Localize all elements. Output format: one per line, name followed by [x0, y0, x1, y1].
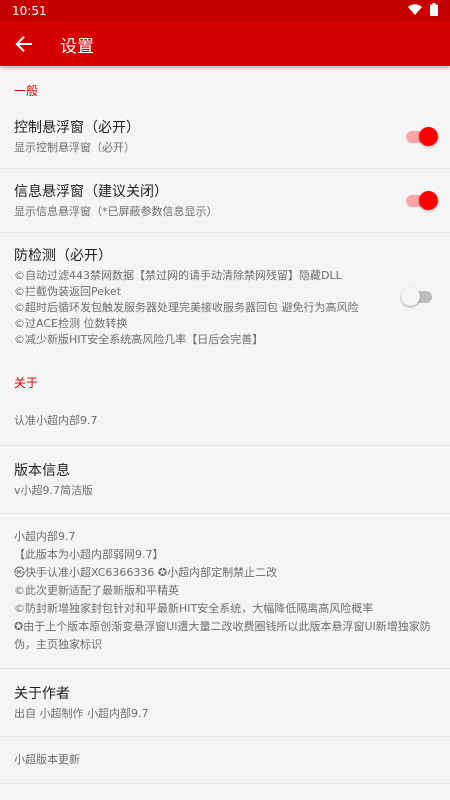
- pref-info-float[interactable]: 信息悬浮窗（建议关闭） 显示信息悬浮窗（*已屏蔽参数信息显示）: [0, 169, 450, 233]
- pref-author[interactable]: 关于作者 出自 小超制作 小超内部9.7: [0, 669, 450, 737]
- control-float-switch[interactable]: [406, 126, 438, 146]
- pref-notes[interactable]: 小超内部9.7 【此版本为小超内部弱网9.7】 ㉿快手认准小超XC6366336…: [0, 514, 450, 669]
- pref-summary: v小超9.7简洁版: [14, 484, 94, 497]
- pref-title: 控制悬浮窗（必开）: [14, 120, 140, 136]
- pref-summary: ©自动过滤443禁网数据【禁过网的请手动清除禁网残留】隐藏DLL ©拦截伪装返回…: [14, 269, 359, 346]
- app-bar: 设置: [0, 22, 450, 66]
- pref-summary: 显示信息悬浮窗（*已屏蔽参数信息显示）: [14, 205, 218, 218]
- system-icons: [408, 3, 438, 19]
- pref-summary: 小超版本更新: [14, 753, 80, 766]
- pref-summary: 显示控制悬浮窗（必开）: [14, 141, 135, 154]
- pref-summary: 认准小超内部9.7: [14, 414, 98, 427]
- pref-title: 关于作者: [14, 686, 70, 702]
- battery-icon: [430, 3, 438, 19]
- settings-list: 一般 控制悬浮窗（必开） 显示控制悬浮窗（必开） 信息悬浮窗（建议关闭） 显示信…: [0, 66, 450, 784]
- pref-summary: 出自 小超制作 小超内部9.7: [14, 707, 149, 720]
- status-bar: 10:51: [0, 0, 450, 22]
- arrow-left-icon[interactable]: [14, 34, 34, 54]
- wifi-icon: [408, 4, 422, 18]
- pref-title: 防检测（必开）: [14, 248, 112, 264]
- pref-update[interactable]: 小超版本更新: [0, 737, 450, 784]
- pref-title: 版本信息: [14, 463, 70, 479]
- category-general: 一般: [14, 84, 39, 98]
- pref-summary: 小超内部9.7 【此版本为小超内部弱网9.7】 ㉿快手认准小超XC6366336…: [14, 530, 431, 651]
- anti-detect-switch[interactable]: [401, 286, 432, 306]
- info-float-switch[interactable]: [406, 190, 438, 210]
- page-title: 设置: [60, 36, 94, 57]
- pref-title: 信息悬浮窗（建议关闭）: [14, 184, 168, 200]
- pref-version[interactable]: 版本信息 v小超9.7简洁版: [0, 446, 450, 514]
- pref-auth[interactable]: 认准小超内部9.7: [0, 397, 450, 446]
- pref-anti-detect[interactable]: 防检测（必开） ©自动过滤443禁网数据【禁过网的请手动清除禁网残留】隐藏DLL…: [0, 233, 450, 360]
- status-time: 10:51: [12, 4, 47, 18]
- pref-control-float[interactable]: 控制悬浮窗（必开） 显示控制悬浮窗（必开）: [0, 105, 450, 169]
- category-about: 关于: [14, 376, 39, 390]
